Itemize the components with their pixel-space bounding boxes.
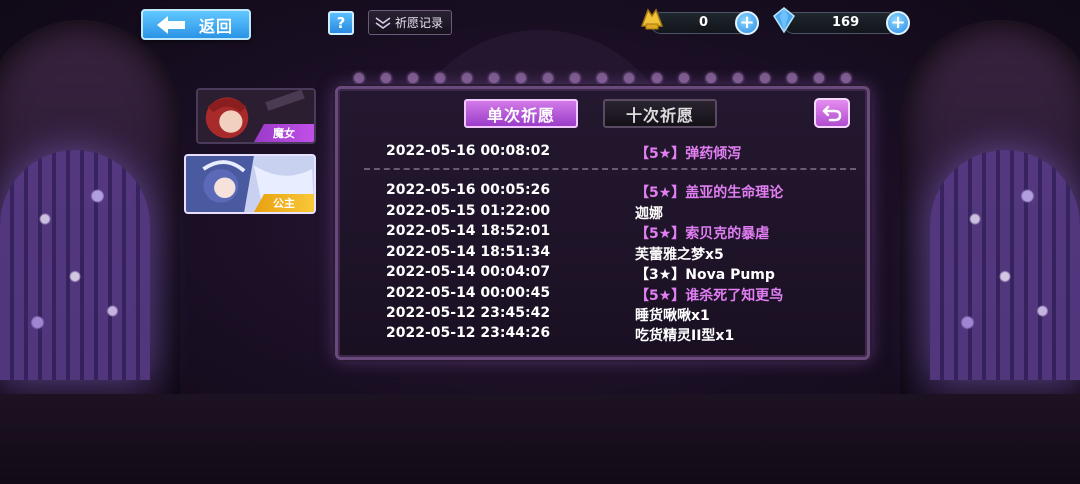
crystal-icon: [773, 7, 795, 34]
tab-ten-wish[interactable]: 十次祈愿: [603, 99, 717, 128]
record-item: 芙蕾雅之梦x5: [635, 247, 724, 263]
gold-wing-icon: [640, 8, 664, 30]
character-tab-princess[interactable]: 公主: [184, 154, 316, 214]
wish-record-label: 祈愿记录: [395, 16, 444, 30]
crystal-resource-bar: 169: [783, 12, 898, 34]
record-item: 【5★】索贝克的暴虐: [635, 226, 770, 242]
record-item: 睡货啾啾x1: [635, 308, 710, 324]
record-time: 2022-05-14 00:00:45: [386, 285, 551, 301]
record-item: 迦娜: [635, 206, 663, 222]
record-time: 2022-05-14 18:51:34: [386, 244, 551, 260]
character-tag-witch: 魔女: [254, 124, 314, 142]
crystal-value: 169: [832, 15, 860, 30]
record-row: 2022-05-15 01:22:00 迦娜: [338, 203, 867, 223]
record-time: 2022-05-16 00:05:26: [386, 182, 551, 198]
back-button[interactable]: 返回: [141, 9, 251, 40]
wish-record-panel: 单次祈愿 十次祈愿 2022-05-16 00:08:02 【5★】弹药倾泻 2…: [335, 86, 870, 360]
gold-value: 0: [699, 15, 709, 30]
record-time: 2022-05-12 23:45:42: [386, 305, 551, 321]
arrow-left-icon: [157, 15, 185, 34]
record-time: 2022-05-16 00:08:02: [386, 143, 551, 159]
record-time: 2022-05-14 18:52:01: [386, 223, 551, 239]
undo-arrow-icon: [822, 105, 842, 122]
record-divider: [364, 168, 856, 170]
help-button[interactable]: ?: [328, 11, 354, 35]
wish-record-button[interactable]: 祈愿记录: [368, 10, 452, 35]
tab-single-wish[interactable]: 单次祈愿: [464, 99, 578, 128]
record-item: 【5★】弹药倾泻: [635, 146, 742, 162]
record-row: 2022-05-14 00:04:07 【3★】Nova Pump: [338, 264, 867, 284]
help-icon: ?: [336, 14, 346, 32]
record-item: 【5★】谁杀死了知更鸟: [635, 288, 784, 304]
add-gold-button[interactable]: +: [735, 11, 759, 35]
record-row: 2022-05-16 00:05:26 【5★】盖亚的生命理论: [338, 182, 867, 202]
background-floor: [0, 394, 1080, 484]
wish-record-icon: [375, 16, 391, 29]
record-time: 2022-05-15 01:22:00: [386, 203, 551, 219]
record-item: 吃货精灵II型x1: [635, 328, 735, 344]
panel-decoration: [340, 70, 865, 86]
record-time: 2022-05-12 23:44:26: [386, 325, 551, 341]
record-row: 2022-05-14 00:00:45 【5★】谁杀死了知更鸟: [338, 285, 867, 305]
add-crystal-button[interactable]: +: [886, 11, 910, 35]
record-row: 2022-05-14 18:52:01 【5★】索贝克的暴虐: [338, 223, 867, 243]
record-row-latest: 2022-05-16 00:08:02 【5★】弹药倾泻: [338, 143, 867, 163]
character-tab-witch[interactable]: 魔女: [196, 88, 316, 144]
record-item: 【5★】盖亚的生命理论: [635, 185, 784, 201]
record-item: 【3★】Nova Pump: [635, 267, 775, 283]
record-row: 2022-05-14 18:51:34 芙蕾雅之梦x5: [338, 244, 867, 264]
stained-glass-window-right: [930, 150, 1080, 380]
return-button[interactable]: [814, 98, 850, 128]
record-row: 2022-05-12 23:44:26 吃货精灵II型x1: [338, 325, 867, 345]
record-row: 2022-05-12 23:45:42 睡货啾啾x1: [338, 305, 867, 325]
record-time: 2022-05-14 00:04:07: [386, 264, 551, 280]
back-button-label: 返回: [199, 16, 234, 36]
stained-glass-window-left: [0, 150, 150, 380]
character-tag-princess: 公主: [254, 194, 314, 212]
